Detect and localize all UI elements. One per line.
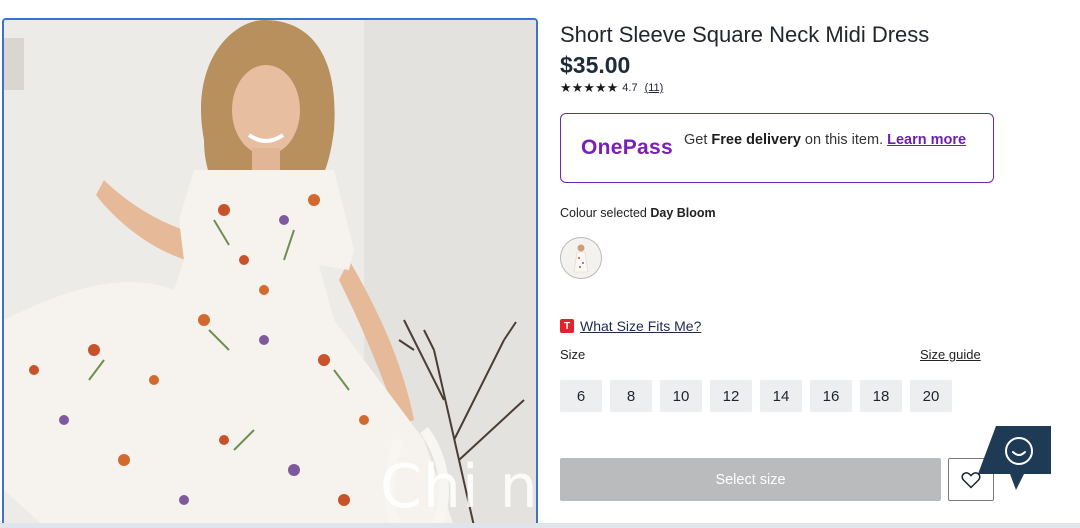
learn-more-link[interactable]: Learn more bbox=[887, 132, 966, 148]
product-price: $35.00 bbox=[560, 52, 631, 78]
size-option-20[interactable]: 20 bbox=[910, 380, 952, 412]
size-label: Size bbox=[560, 347, 586, 362]
page-bottom-divider bbox=[0, 523, 1080, 528]
onepass-suffix: on this item. bbox=[804, 132, 884, 148]
rating-row: ★★★★★ 4.7 (11) bbox=[560, 80, 663, 96]
size-option-12[interactable]: 12 bbox=[710, 380, 752, 412]
size-options: 6 8 10 12 14 16 18 20 bbox=[560, 380, 952, 412]
onepass-message: Get Free delivery on this item. Learn mo… bbox=[684, 132, 984, 148]
size-option-16[interactable]: 16 bbox=[810, 380, 852, 412]
size-option-6[interactable]: 6 bbox=[560, 380, 602, 412]
dress-photo bbox=[4, 20, 536, 526]
onepass-banner: OnePass Get Free delivery on this item. … bbox=[560, 113, 994, 183]
onepass-logo: OnePass bbox=[581, 136, 673, 159]
product-title: Short Sleeve Square Neck Midi Dress bbox=[560, 22, 930, 47]
review-count-link[interactable]: (11) bbox=[645, 82, 664, 94]
colour-value: Day Bloom bbox=[650, 206, 716, 220]
size-option-10[interactable]: 10 bbox=[660, 380, 702, 412]
size-option-14[interactable]: 14 bbox=[760, 380, 802, 412]
what-size-fits-me-link[interactable]: What Size Fits Me? bbox=[580, 318, 701, 334]
colour-selected-label: Colour selected Day Bloom bbox=[560, 206, 716, 220]
onepass-bold: Free delivery bbox=[711, 132, 801, 148]
swatch-thumbnail-icon bbox=[573, 244, 589, 273]
what-size-fits-me[interactable]: T What Size Fits Me? bbox=[560, 318, 701, 334]
rating-value: 4.7 bbox=[622, 82, 638, 94]
size-guide-link[interactable]: Size guide bbox=[920, 347, 981, 362]
onepass-prefix: Get bbox=[684, 132, 708, 148]
chat-bubble-icon bbox=[978, 426, 1051, 490]
product-image[interactable] bbox=[2, 18, 538, 528]
size-option-8[interactable]: 8 bbox=[610, 380, 652, 412]
chat-support-button[interactable] bbox=[976, 424, 1054, 492]
star-rating-icon: ★★★★★ bbox=[560, 80, 619, 95]
fit-badge-icon: T bbox=[560, 319, 574, 333]
colour-label-text: Colour selected bbox=[560, 206, 647, 220]
select-size-button[interactable]: Select size bbox=[560, 458, 941, 501]
size-option-18[interactable]: 18 bbox=[860, 380, 902, 412]
colour-swatch-day-bloom[interactable] bbox=[560, 237, 602, 279]
